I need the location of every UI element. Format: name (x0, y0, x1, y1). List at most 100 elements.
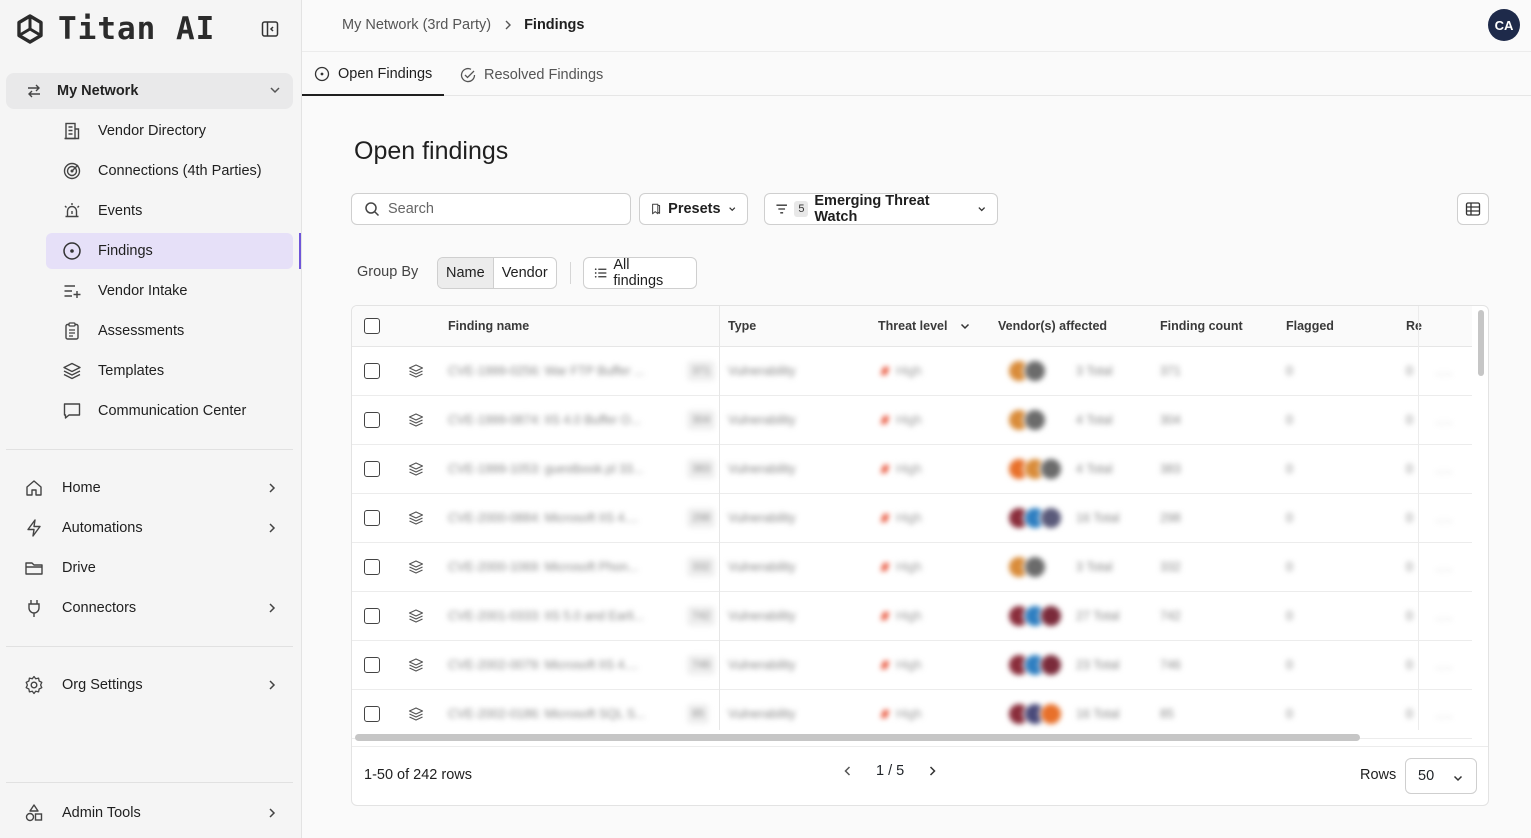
tab-label: Resolved Findings (484, 66, 604, 83)
table-row[interactable]: CVE-2000-1069: Microsoft Phon... 332 Vulne… (352, 543, 1472, 592)
finding-name[interactable]: CVE-1999-0874: IIS 4.0 Buffer O... (448, 413, 641, 427)
search-box[interactable] (351, 193, 631, 225)
table-row[interactable]: CVE-2001-0333: IIS 5.0 and Earli... 742 Vu… (352, 592, 1472, 641)
column-header-finding-count[interactable]: Finding count (1160, 319, 1243, 333)
vendor-avatars[interactable] (1007, 506, 1063, 530)
column-header-vendors-affected[interactable]: Vendor(s) affected (998, 319, 1107, 333)
table-row[interactable]: CVE-1999-1053: guestbook.pl 33... 383 Vuln… (352, 445, 1472, 494)
finding-count-pill: 383 (687, 459, 716, 479)
vendor-avatars[interactable] (1007, 702, 1063, 726)
group-by-vendor-option[interactable]: Vendor (494, 258, 556, 288)
table-row[interactable]: CVE-1999-0256: War FTP Buffer ... 371 Vuln… (352, 347, 1472, 396)
sidebar-item-label: Assessments (98, 323, 185, 339)
threat-level-label: High (896, 560, 922, 574)
table-row[interactable]: CVE-2002-0186: Microsoft SQL S... 85 Vulne… (352, 690, 1472, 739)
folder-icon (25, 562, 43, 575)
row-checkbox[interactable] (364, 363, 380, 379)
horizontal-scrollbar[interactable] (355, 734, 1360, 741)
filter-button[interactable]: 5 Emerging Threat Watch (764, 193, 998, 225)
row-checkbox[interactable] (364, 412, 380, 428)
row-checkbox[interactable] (364, 559, 380, 575)
column-header-threat-level[interactable]: Threat level (878, 319, 947, 333)
tab-resolved-findings[interactable]: Resolved Findings (448, 53, 615, 96)
vendor-avatars[interactable] (1007, 653, 1063, 677)
all-findings-button[interactable]: All findings (583, 257, 697, 289)
table-row[interactable]: CVE-1999-0874: IIS 4.0 Buffer O... 304 Vul… (352, 396, 1472, 445)
row-more-icon[interactable]: ··· (1436, 463, 1453, 479)
vendor-avatars[interactable] (1007, 359, 1047, 383)
table-row[interactable]: CVE-2002-0079: Microsoft IIS 4.... 746 Vul… (352, 641, 1472, 690)
column-settings-button[interactable] (1457, 193, 1489, 225)
avatar[interactable]: CA (1488, 9, 1520, 41)
sidebar-item-findings[interactable]: Findings (46, 233, 293, 269)
vendor-avatars[interactable] (1007, 457, 1063, 481)
sidebar-item-home[interactable]: Home (24, 470, 290, 506)
vertical-scrollbar[interactable] (1478, 310, 1484, 376)
row-more-icon[interactable]: ··· (1436, 659, 1453, 675)
row-more-icon[interactable]: ··· (1436, 365, 1453, 381)
sidebar-item-drive[interactable]: Drive (24, 550, 290, 586)
target-icon (63, 162, 81, 180)
chevron-right-icon[interactable] (926, 765, 938, 777)
sidebar-item-templates[interactable]: Templates (46, 353, 293, 389)
finding-name[interactable]: CVE-2000-1069: Microsoft Phon... (448, 560, 638, 574)
vendor-avatars[interactable] (1007, 408, 1047, 432)
column-header-flagged[interactable]: Flagged (1286, 319, 1334, 333)
threat-flag-icon (880, 661, 890, 669)
select-all-checkbox[interactable] (364, 318, 380, 334)
filter-count-badge: 5 (794, 201, 809, 217)
row-checkbox[interactable] (364, 510, 380, 526)
row-checkbox[interactable] (364, 657, 380, 673)
sidebar-item-connections[interactable]: Connections (4th Parties) (46, 153, 293, 189)
column-header-type[interactable]: Type (728, 319, 756, 333)
column-header-re[interactable]: Re (1406, 319, 1422, 333)
collapse-sidebar-icon[interactable] (259, 18, 281, 40)
row-more-icon[interactable]: ··· (1436, 708, 1453, 724)
finding-type: Vulnerability (728, 511, 796, 525)
finding-name[interactable]: CVE-1999-0256: War FTP Buffer ... (448, 364, 644, 378)
row-checkbox[interactable] (364, 608, 380, 624)
sidebar-item-assessments[interactable]: Assessments (46, 313, 293, 349)
sidebar-item-vendor-directory[interactable]: Vendor Directory (46, 113, 293, 149)
vendor-avatars[interactable] (1007, 604, 1063, 628)
column-header-finding-name[interactable]: Finding name (448, 319, 529, 333)
vendor-avatar (1023, 408, 1047, 432)
row-more-icon[interactable]: ··· (1436, 561, 1453, 577)
breadcrumb-parent[interactable]: My Network (3rd Party) (342, 17, 491, 33)
chevron-left-icon[interactable] (842, 765, 854, 777)
table-row[interactable]: CVE-2000-0884: Microsoft IIS 4.... 298 Vul… (352, 494, 1472, 543)
finding-name[interactable]: CVE-2002-0186: Microsoft SQL S... (448, 707, 646, 721)
threat-flag-icon (880, 465, 890, 473)
sort-chevron-down-icon[interactable] (959, 320, 971, 332)
sidebar-item-communication-center[interactable]: Communication Center (46, 393, 293, 429)
sidebar-item-connectors[interactable]: Connectors (24, 590, 290, 626)
row-more-icon[interactable]: ··· (1436, 414, 1453, 430)
finding-name[interactable]: CVE-2001-0333: IIS 5.0 and Earli... (448, 609, 644, 623)
threat-level: High (880, 560, 922, 574)
tab-open-findings[interactable]: Open Findings (302, 53, 445, 96)
rows-per-page-select[interactable]: 50 (1405, 758, 1477, 794)
sidebar-item-vendor-intake[interactable]: Vendor Intake (46, 273, 293, 309)
finding-name[interactable]: CVE-2002-0079: Microsoft IIS 4.... (448, 658, 638, 672)
row-more-icon[interactable]: ··· (1436, 512, 1453, 528)
my-network-section[interactable]: My Network (6, 73, 293, 109)
row-checkbox[interactable] (364, 706, 380, 722)
sidebar-item-org-settings[interactable]: Org Settings (24, 667, 290, 703)
sidebar-item-admin-tools[interactable]: Admin Tools (24, 795, 290, 831)
finding-count-pill: 742 (687, 606, 716, 626)
row-checkbox[interactable] (364, 461, 380, 477)
vendor-avatars[interactable] (1007, 555, 1047, 579)
breadcrumb: My Network (3rd Party) Findings (342, 17, 584, 33)
sidebar-item-automations[interactable]: Automations (24, 510, 290, 546)
finding-name[interactable]: CVE-2000-0884: Microsoft IIS 4.... (448, 511, 638, 525)
brand[interactable]: Titan AI (14, 10, 215, 48)
flagged-count: 0 (1286, 560, 1293, 574)
finding-name[interactable]: CVE-1999-1053: guestbook.pl 33... (448, 462, 643, 476)
chevron-right-icon (269, 523, 276, 533)
search-input[interactable] (388, 201, 618, 217)
presets-button[interactable]: Presets (639, 193, 748, 225)
sidebar-item-events[interactable]: Events (46, 193, 293, 229)
group-by-name-option[interactable]: Name (438, 258, 494, 288)
rows-per-page-value: 50 (1418, 768, 1435, 784)
row-more-icon[interactable]: ··· (1436, 610, 1453, 626)
